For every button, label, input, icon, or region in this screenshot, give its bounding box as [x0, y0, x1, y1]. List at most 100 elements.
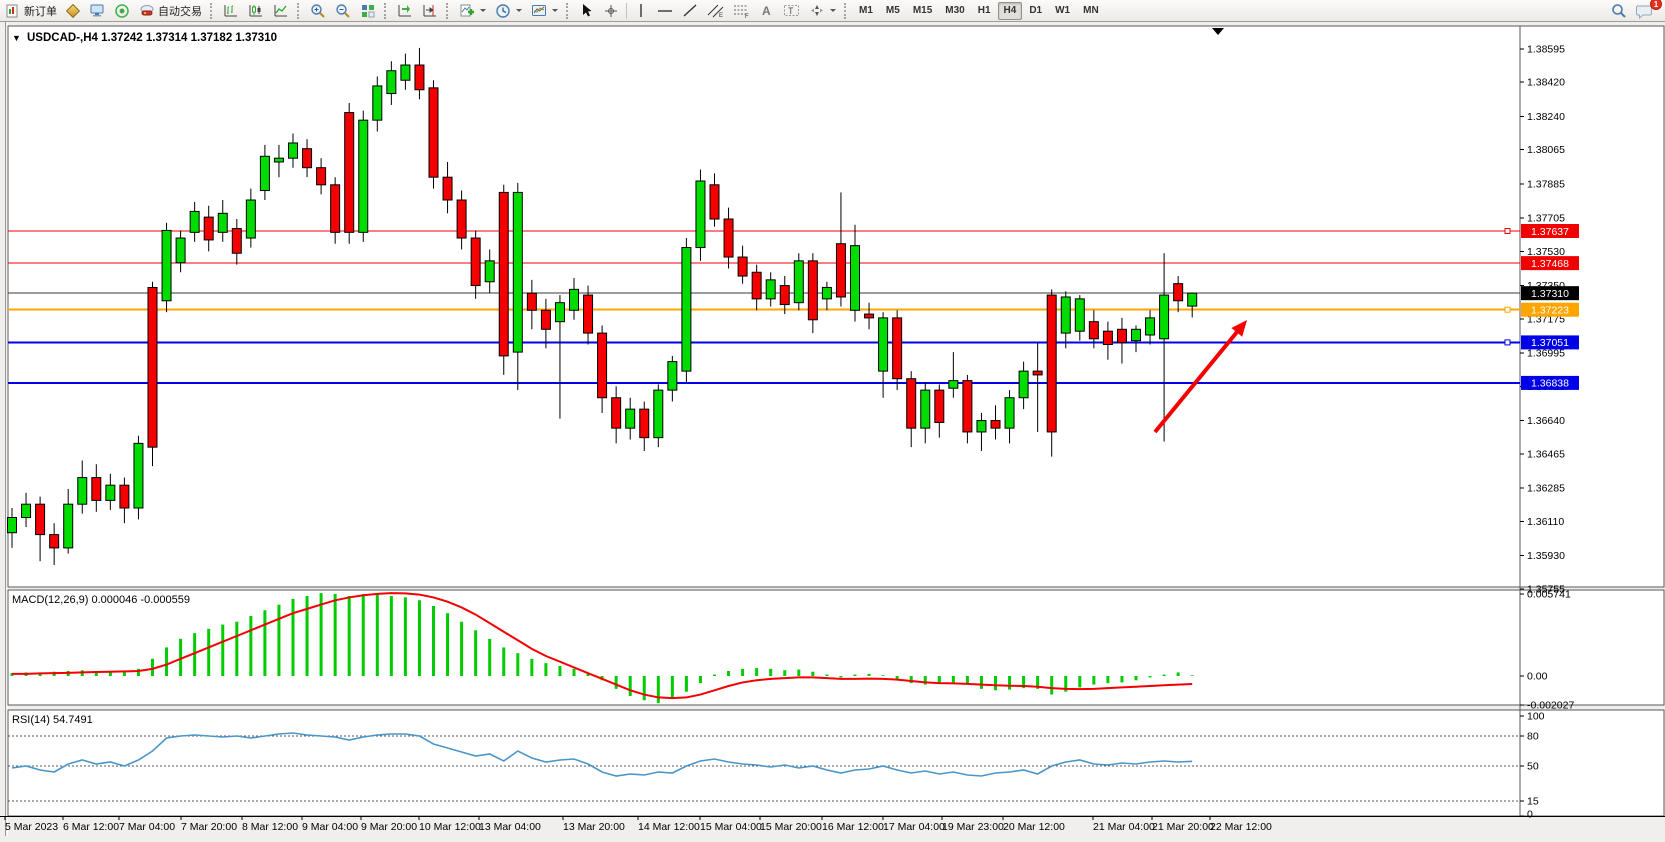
candle-body: [527, 293, 536, 310]
chart-area[interactable]: 1.385951.384201.382401.380651.378851.377…: [0, 22, 1665, 842]
dropdown-caret: [552, 9, 558, 12]
templates-button[interactable]: [527, 1, 562, 21]
candle-body: [134, 443, 143, 508]
virtual-hosting-button[interactable]: [85, 1, 109, 21]
new-order-button[interactable]: 新订单: [2, 1, 61, 21]
mt4-window: 新订单 自动交易: [0, 0, 1665, 842]
timeframe-button-W1[interactable]: W1: [1049, 2, 1076, 20]
candle-body: [1033, 371, 1042, 375]
time-tick-label: 9 Mar 04:00: [302, 821, 358, 833]
chart-candles-button[interactable]: [244, 1, 268, 21]
time-tick-label: 13 Mar 20:00: [563, 821, 625, 833]
trendline-button[interactable]: [678, 1, 702, 21]
chart-line-button[interactable]: [269, 1, 293, 21]
arrows-button[interactable]: [805, 1, 840, 21]
text-icon: A: [759, 3, 774, 18]
time-tick-label: 8 Mar 12:00: [242, 821, 298, 833]
toolbar-grip: [446, 3, 451, 19]
chart-shift-button[interactable]: [418, 1, 442, 21]
cursor-button[interactable]: [575, 1, 598, 21]
zoom-out-button[interactable]: [331, 1, 355, 21]
trendline-icon: [682, 3, 698, 18]
time-tick-label: 21 Mar 04:00: [1093, 821, 1155, 833]
candle-body: [190, 211, 199, 232]
toolbar-separator: [626, 3, 627, 19]
candle-body: [738, 257, 747, 276]
candle-body: [626, 409, 635, 428]
text-label-button[interactable]: T: [779, 1, 804, 21]
candle-body: [204, 217, 213, 240]
timeframe-button-H4[interactable]: H4: [998, 2, 1023, 20]
cursor-icon: [579, 3, 594, 18]
signals-button[interactable]: [110, 1, 134, 21]
toolbar-grip: [566, 3, 571, 19]
channel-button[interactable]: E: [703, 1, 728, 21]
chart-title: USDCAD-,H4 1.37242 1.37314 1.37182 1.373…: [27, 32, 277, 44]
horizontal-line-icon: [657, 3, 673, 18]
periods-button[interactable]: [491, 1, 526, 21]
candle-body: [401, 65, 410, 80]
candle-body: [22, 504, 31, 517]
line-chart-icon: [273, 3, 289, 18]
zoom-in-icon: [310, 3, 326, 19]
timeframe-button-M1[interactable]: M1: [853, 2, 879, 20]
price-box-label: 1.36838: [1531, 378, 1569, 390]
time-tick-label: 10 Mar 12:00: [419, 821, 481, 833]
candle-body: [331, 185, 340, 233]
candle-body: [120, 485, 129, 508]
autotrading-button[interactable]: 自动交易: [135, 1, 206, 21]
chart-bars-button[interactable]: [219, 1, 243, 21]
crosshair-button[interactable]: [599, 1, 623, 21]
candle-body: [246, 200, 255, 238]
vertical-line-button[interactable]: [630, 1, 652, 21]
tile-windows-icon: [360, 3, 376, 18]
price-tick-label: 1.36465: [1527, 448, 1565, 460]
text-button[interactable]: A: [755, 1, 778, 21]
macd-panel[interactable]: [8, 590, 1664, 705]
timeframe-button-M5[interactable]: M5: [880, 2, 906, 20]
timeframe-button-M30[interactable]: M30: [939, 2, 970, 20]
line-anchor[interactable]: [1505, 307, 1510, 312]
symbol-dropdown-icon[interactable]: ▼: [12, 33, 21, 43]
candle-body: [218, 213, 227, 232]
time-tick-label: 7 Mar 04:00: [119, 821, 175, 833]
toolbar: 新订单 自动交易: [0, 0, 1665, 22]
timeframe-button-H1[interactable]: H1: [972, 2, 997, 20]
svg-text:F: F: [745, 14, 749, 18]
line-anchor[interactable]: [1505, 340, 1510, 345]
candle-body: [752, 272, 761, 299]
timeframe-button-MN[interactable]: MN: [1077, 2, 1105, 20]
deposit-button[interactable]: [62, 1, 84, 21]
candle-body: [794, 261, 803, 303]
crosshair-icon: [603, 3, 619, 19]
tile-windows-button[interactable]: [356, 1, 380, 21]
candle-body: [1047, 295, 1056, 432]
fibonacci-button[interactable]: F: [729, 1, 754, 21]
zoom-in-button[interactable]: [306, 1, 330, 21]
timeframe-button-D1[interactable]: D1: [1023, 2, 1048, 20]
candle-body: [499, 192, 508, 355]
dropdown-caret: [830, 9, 836, 12]
candle-body: [1160, 295, 1169, 339]
horizontal-line-button[interactable]: [653, 1, 677, 21]
autotrading-icon: [139, 3, 155, 18]
time-tick-label: 17 Mar 04:00: [883, 821, 945, 833]
chat-button[interactable]: 1: [1632, 1, 1657, 21]
main-panel[interactable]: [8, 26, 1664, 587]
auto-scroll-button[interactable]: [393, 1, 417, 21]
time-tick-label: 21 Mar 20:00: [1152, 821, 1214, 833]
rsi-panel[interactable]: [8, 710, 1664, 816]
price-box-label: 1.37223: [1531, 305, 1569, 317]
candle-body: [64, 504, 73, 548]
candle-body: [1103, 331, 1112, 344]
svg-text:E: E: [719, 13, 723, 18]
candle-body: [541, 310, 550, 329]
candle-body: [232, 229, 241, 254]
macd-axis-label: 0.00: [1527, 671, 1548, 683]
indicators-button[interactable]: [455, 1, 490, 21]
timeframe-button-M15[interactable]: M15: [907, 2, 938, 20]
line-anchor[interactable]: [1505, 229, 1510, 234]
search-button[interactable]: [1607, 1, 1631, 21]
candle-body: [513, 192, 522, 352]
candle-body: [485, 261, 494, 282]
